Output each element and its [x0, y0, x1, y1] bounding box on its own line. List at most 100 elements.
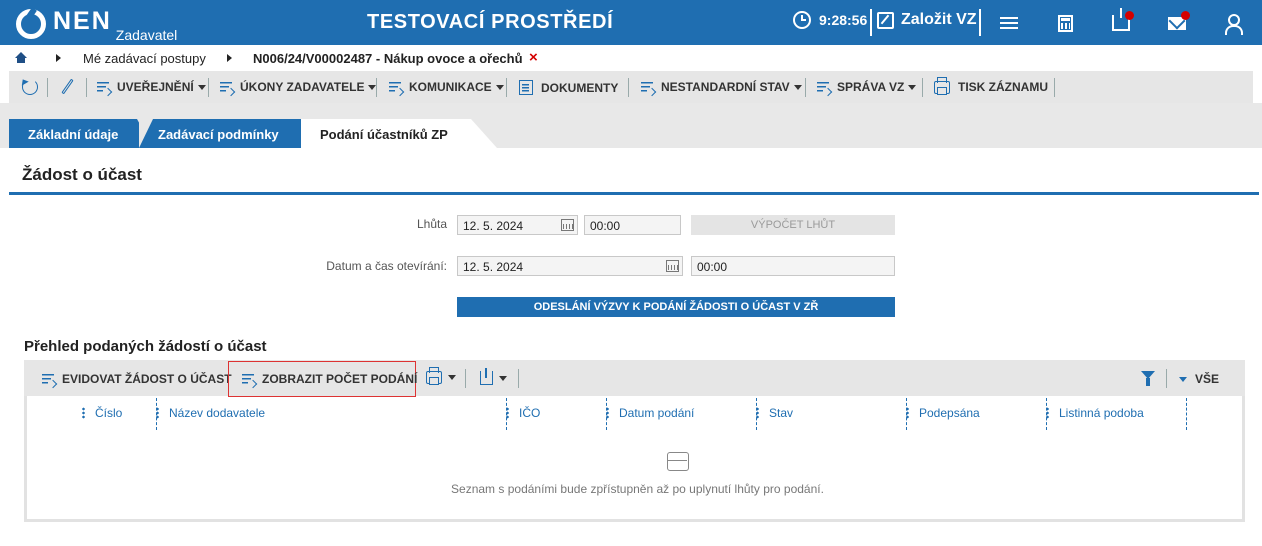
column-header-datum-podani[interactable]: Datum podání	[606, 406, 694, 420]
main-content: Žádost o účast Lhůta 12. 5. 2024 00:00 V…	[9, 148, 1259, 540]
calculator-icon[interactable]	[1052, 10, 1078, 36]
nestandardni-label: NESTANDARDNÍ STAV	[661, 80, 790, 94]
column-menu-icon[interactable]	[756, 407, 759, 419]
column-menu-icon[interactable]	[1046, 407, 1049, 419]
logo-icon	[16, 9, 46, 39]
dokumenty-button[interactable]: DOKUMENTY	[519, 80, 618, 95]
column-header-nazev-dodavatele[interactable]: Název dodavatele	[156, 406, 265, 420]
pencil-icon[interactable]	[61, 78, 74, 95]
otevirani-time-value: 00:00	[697, 260, 728, 274]
logo-text: NEN	[53, 7, 112, 35]
lhuta-label: Lhůta	[416, 217, 447, 231]
column-header-podepsana[interactable]: Podepsána	[906, 406, 980, 420]
evidovat-label: EVIDOVAT ŽÁDOST O ÚČAST	[62, 372, 232, 386]
print-dropdown[interactable]	[426, 367, 456, 385]
column-header-cislo[interactable]: Číslo	[82, 406, 122, 420]
calendar-icon[interactable]	[561, 219, 574, 231]
edit-icon	[877, 11, 894, 29]
printer-icon	[426, 367, 442, 385]
export-dropdown[interactable]	[480, 368, 507, 385]
otevirani-date-input[interactable]: 12. 5. 2024	[457, 256, 683, 276]
toolbar-separator	[628, 78, 629, 97]
logo-subtitle: Zadavatel	[115, 27, 178, 43]
section-divider	[9, 192, 1259, 195]
list-icon	[242, 372, 256, 386]
tab-edge	[139, 119, 153, 148]
lhuta-date-value: 12. 5. 2024	[463, 219, 524, 233]
column-menu-icon[interactable]	[156, 407, 159, 419]
header-divider	[979, 9, 981, 36]
nen-logo[interactable]: NEN Zadavatel	[16, 6, 178, 43]
mail-icon[interactable]	[1164, 10, 1190, 36]
filter-all-dropdown[interactable]: VŠE	[1179, 372, 1219, 386]
column-menu-icon[interactable]	[606, 407, 609, 419]
menu-icon[interactable]	[996, 10, 1022, 36]
ukony-zadavatele-menu[interactable]: ÚKONY ZADAVATELE	[220, 80, 377, 94]
caret-down-icon	[793, 84, 802, 90]
caret-down-icon	[1179, 376, 1187, 382]
otevirani-label: Datum a čas otevírání:	[326, 259, 447, 273]
breadcrumb: Mé zadávací postupy N006/24/V00002487 - …	[0, 45, 1262, 71]
toolbar-separator	[506, 78, 507, 97]
column-header-stav[interactable]: Stav	[756, 406, 793, 420]
komunikace-menu[interactable]: KOMUNIKACE	[389, 80, 504, 94]
odeslani-vyzvy-button[interactable]: ODESLÁNÍ VÝZVY K PODÁNÍ ŽÁDOSTI O ÚČAST …	[457, 297, 895, 317]
empty-inbox-icon	[667, 452, 689, 471]
refresh-icon[interactable]	[22, 79, 38, 95]
export-icon	[480, 368, 493, 385]
grid-toolbar: EVIDOVAT ŽÁDOST O ÚČAST ZOBRAZIT POČET P…	[24, 360, 1245, 397]
vypocet-lhut-button[interactable]: VÝPOČET LHŮT	[691, 215, 895, 235]
document-icon	[519, 80, 533, 95]
environment-title: TESTOVACÍ PROSTŘEDÍ	[367, 11, 614, 33]
column-menu-icon[interactable]	[506, 407, 509, 419]
column-menu-icon[interactable]	[82, 407, 85, 419]
caret-down-icon	[908, 84, 917, 90]
column-label: Stav	[769, 406, 794, 420]
breadcrumb-current-procedure[interactable]: N006/24/V00002487 - Nákup ovoce a ořechů	[253, 51, 523, 66]
tab-label: Zadávací podmínky	[158, 127, 279, 142]
evidovat-zadost-button[interactable]: EVIDOVAT ŽÁDOST O ÚČAST	[42, 372, 232, 386]
column-header-ico[interactable]: IČO	[506, 406, 540, 420]
section-title: Žádost o účast	[22, 165, 142, 184]
home-icon[interactable]	[15, 52, 27, 64]
list-icon	[97, 80, 111, 94]
column-divider	[1186, 398, 1187, 430]
toolbar-separator	[518, 369, 519, 388]
breadcrumb-my-procedures[interactable]: Mé zadávací postupy	[83, 51, 206, 66]
tab-podani-ucastniku[interactable]: Podání účastníků ZP	[301, 119, 471, 148]
lhuta-date-input[interactable]: 12. 5. 2024	[457, 215, 578, 235]
session-clock: 9:28:56	[793, 11, 867, 29]
filter-icon[interactable]	[1141, 371, 1155, 386]
close-icon[interactable]: ×	[529, 49, 538, 66]
otevirani-date-value: 12. 5. 2024	[463, 260, 524, 274]
column-label: Podepsána	[919, 406, 980, 420]
list-icon	[389, 80, 403, 94]
column-menu-icon[interactable]	[906, 407, 909, 419]
otevirani-time-input[interactable]: 00:00	[691, 256, 895, 276]
zobrazit-pocet-podani-button[interactable]: ZOBRAZIT POČET PODÁNÍ	[242, 372, 417, 386]
tisk-zaznamu-button[interactable]: TISK ZÁZNAMU	[934, 76, 1048, 95]
toolbar-separator	[1166, 369, 1167, 388]
tab-zakladni-udaje[interactable]: Základní údaje	[9, 119, 137, 148]
column-label: Název dodavatele	[169, 406, 266, 420]
tab-edge	[471, 119, 497, 148]
nestandardni-stav-menu[interactable]: NESTANDARDNÍ STAV	[641, 80, 802, 94]
lhuta-time-input[interactable]: 00:00	[584, 215, 681, 235]
clock-icon	[793, 11, 811, 29]
create-vz-button[interactable]: Založit VZ	[877, 11, 977, 29]
tab-zadavaci-podminky[interactable]: Zadávací podmínky	[139, 119, 301, 148]
column-header-listinna-podoba[interactable]: Listinná podoba	[1046, 406, 1144, 420]
calendar-icon[interactable]	[666, 260, 679, 272]
uverejneni-menu[interactable]: UVEŘEJNĚNÍ	[97, 80, 206, 94]
action-toolbar: UVEŘEJNĚNÍ ÚKONY ZADAVATELE KOMUNIKACE D…	[9, 71, 1253, 103]
toolbar-separator	[1054, 78, 1055, 97]
inbox-icon[interactable]	[1108, 8, 1134, 36]
caret-down-icon	[499, 375, 507, 381]
submissions-grid: EVIDOVAT ŽÁDOST O ÚČAST ZOBRAZIT POČET P…	[24, 360, 1245, 522]
header-divider	[870, 9, 872, 36]
column-label: Listinná podoba	[1059, 406, 1144, 420]
user-icon[interactable]	[1220, 10, 1246, 36]
komunikace-label: KOMUNIKACE	[409, 80, 492, 94]
sprava-vz-menu[interactable]: SPRÁVA VZ	[817, 80, 917, 94]
printer-icon	[934, 76, 950, 95]
